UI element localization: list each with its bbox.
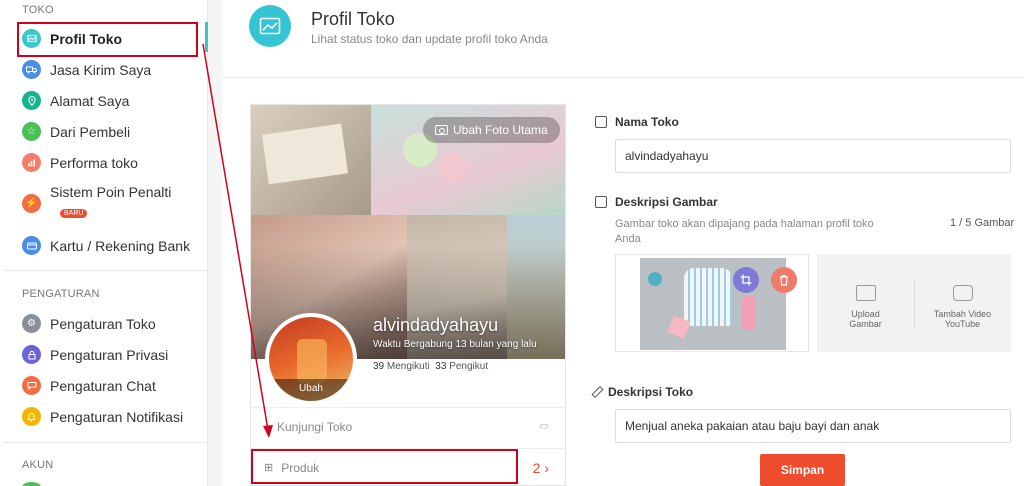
followers-count: 33	[435, 361, 447, 372]
location-icon	[22, 91, 41, 110]
warning-icon: ⚡	[22, 194, 41, 213]
upload-image-button[interactable]: Upload Gambar	[817, 254, 914, 352]
avatar-image	[297, 339, 327, 383]
image-hint: Gambar toko akan dipajang pada halaman p…	[615, 218, 874, 245]
sidebar-item-pengaturan-chat[interactable]: Pengaturan Chat	[22, 376, 156, 395]
add-youtube-video-button[interactable]: Tambah Video YouTube	[914, 254, 1011, 352]
onesie-image	[684, 268, 732, 326]
chart-icon	[22, 153, 41, 172]
store-profile-icon	[249, 5, 291, 47]
following-label: Mengikuti	[386, 361, 430, 372]
shop-icon	[595, 116, 607, 128]
change-cover-label: Ubah Foto Utama	[453, 123, 548, 137]
sidebar-item-poin-penalti[interactable]: ⚡ Sistem Poin Penalti	[22, 184, 171, 213]
sidebar-item-label: Jasa Kirim Saya	[50, 61, 152, 78]
save-button[interactable]: Simpan	[760, 454, 845, 486]
sidebar-divider	[4, 270, 207, 271]
sidebar-item-profil-toko[interactable]: Profil Toko	[22, 29, 122, 48]
sidebar-item-label: Alamat Saya	[50, 92, 130, 109]
camera-icon	[435, 125, 448, 135]
bottle-image	[742, 296, 756, 330]
products-link[interactable]: ⊞ Produk 2 ›	[251, 448, 565, 486]
sidebar-section-akun: AKUN	[22, 459, 54, 471]
page-header: Profil Toko Lihat status toko dan update…	[222, 0, 1024, 78]
sidebar-item-performa[interactable]: Performa toko	[22, 153, 138, 172]
sidebar-item-label: Pengaturan Privasi	[50, 346, 169, 363]
delete-image-button[interactable]	[771, 267, 797, 293]
followers-label: Pengikut	[449, 361, 489, 372]
image-description-label: Deskripsi Gambar	[595, 195, 718, 209]
sidebar-item-kartu-rekening[interactable]: Kartu / Rekening Bank	[22, 236, 190, 255]
sidebar-akun-icon	[22, 482, 41, 486]
sidebar-item-pengaturan-toko[interactable]: ⚙ Pengaturan Toko	[22, 314, 156, 333]
bell-icon	[22, 407, 41, 426]
change-cover-photo-button[interactable]: Ubah Foto Utama	[423, 117, 560, 143]
page-subtitle: Lihat status toko dan update profil toko…	[311, 32, 548, 46]
gear-icon: ⚙	[22, 314, 41, 333]
sidebar-item-pengaturan-privasi[interactable]: Pengaturan Privasi	[22, 345, 168, 364]
upload-image-label: Upload Gambar	[849, 309, 882, 329]
toy-image	[648, 272, 662, 286]
card-icon	[22, 236, 41, 255]
products-count: 2 ›	[532, 459, 549, 476]
shop-name-field[interactable]: alvindadyahayu	[615, 139, 1011, 173]
shop-name: alvindadyahayu	[373, 315, 499, 335]
shop-profile-card: Ubah Foto Utama Ubah alvindadyahayu Wakt…	[250, 104, 566, 486]
youtube-icon	[952, 285, 973, 301]
sidebar-item-label: Kartu / Rekening Bank	[50, 237, 191, 254]
active-indicator	[205, 22, 208, 52]
add-video-label: Tambah Video YouTube	[933, 309, 992, 329]
sidebar-item-pengaturan-notifikasi[interactable]: Pengaturan Notifikasi	[22, 407, 183, 426]
monitor-icon: ▭	[539, 421, 549, 432]
visit-shop-label: Kunjungi Toko	[277, 419, 353, 434]
chat-icon	[22, 376, 41, 395]
lock-icon	[22, 345, 41, 364]
sidebar-section-pengaturan: PENGATURAN	[22, 288, 100, 300]
page-title: Profil Toko	[311, 9, 395, 29]
sidebar-item-alamat[interactable]: Alamat Saya	[22, 91, 129, 110]
sidebar-item-dari-pembeli[interactable]: ☆ Dari Pembeli	[22, 122, 130, 141]
store-icon	[22, 29, 41, 48]
sidebar-item-label: Sistem Poin Penalti	[50, 184, 172, 200]
sidebar-item-label: Pengaturan Toko	[50, 315, 156, 332]
image-count: 1 / 5 Gambar	[950, 217, 1015, 229]
image-icon	[595, 196, 607, 208]
image-thumbnail	[615, 254, 809, 352]
shop-avatar[interactable]: Ubah	[265, 313, 357, 405]
shop-description-field[interactable]: Menjual aneka pakaian atau baju bayi dan…	[615, 409, 1011, 443]
truck-icon	[22, 60, 41, 79]
sidebar: TOKO Profil Toko Jasa Kirim Saya Alamat …	[0, 0, 208, 486]
products-label: Produk	[281, 460, 320, 475]
following-count: 39	[373, 361, 385, 372]
change-avatar-button[interactable]: Ubah	[269, 379, 353, 401]
new-badge: BARU	[60, 209, 88, 218]
sidebar-item-label: Pengaturan Notifikasi	[50, 408, 184, 425]
crop-image-button[interactable]	[733, 267, 759, 293]
sidebar-divider	[4, 442, 207, 443]
baby-clothes-image	[640, 258, 786, 350]
sidebar-item-label: Dari Pembeli	[50, 123, 131, 140]
join-time: Waktu Bergabung 13 bulan yang lalu	[373, 339, 537, 350]
image-upload-icon	[855, 285, 876, 301]
gift-icon: ⊞	[264, 462, 274, 474]
visit-shop-link[interactable]: Kunjungi Toko ▭	[251, 407, 565, 445]
sidebar-item-label: Profil Toko	[50, 30, 123, 47]
follow-stats: 39 Mengikuti 33 Pengikut	[373, 361, 488, 372]
star-icon: ☆	[22, 122, 41, 141]
shop-description-label: Deskripsi Toko	[591, 385, 693, 399]
sidebar-item-jasa-kirim[interactable]: Jasa Kirim Saya	[22, 60, 151, 79]
sidebar-section-toko: TOKO	[22, 4, 54, 16]
sidebar-item-label: Performa toko	[50, 154, 138, 171]
shop-name-label: Nama Toko	[595, 115, 679, 129]
upload-options: Upload Gambar Tambah Video YouTube	[817, 254, 1011, 352]
sidebar-item-label: Pengaturan Chat	[50, 377, 156, 394]
